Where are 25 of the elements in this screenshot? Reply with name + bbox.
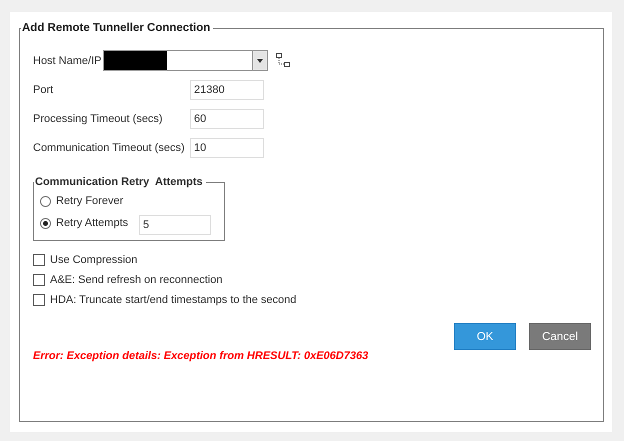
input-field[interactable]: 21380 (190, 80, 264, 100)
checkbox-label: HDA: Truncate start/end timestamps to the second (50, 294, 296, 306)
error-message: Error: Exception details: Exception from HRESULT: 0xE06D7363 (33, 350, 368, 362)
checkbox-label: Use Compression (50, 254, 138, 266)
checkbox[interactable] (33, 254, 45, 266)
input-field[interactable]: 10 (190, 138, 264, 158)
group-title: Communication Retry Attempts (34, 176, 204, 188)
checkbox[interactable] (33, 294, 45, 306)
host-dropdown[interactable] (103, 50, 268, 71)
cancel-button[interactable]: Cancel (529, 323, 591, 350)
field-label: Port (33, 84, 54, 96)
field-label: Host Name/IP (33, 54, 102, 66)
checkbox-label: A&E: Send refresh on reconnection (50, 274, 222, 286)
group-title: Add Remote Tunneller Connection (21, 22, 212, 34)
caret-icon (257, 58, 263, 62)
field-label: Processing Timeout (secs) (33, 112, 164, 124)
radio-label: Retry Attempts (56, 217, 130, 229)
field-label: Communication Timeout (secs) (33, 142, 186, 154)
network-icon[interactable] (276, 52, 290, 66)
input-field[interactable]: 60 (190, 108, 264, 128)
radio-label: Retry Forever (56, 195, 124, 207)
attempts-field[interactable]: 5 (139, 215, 211, 235)
radio-button[interactable] (40, 218, 51, 228)
checkbox[interactable] (33, 274, 45, 286)
radio-button[interactable] (40, 196, 51, 206)
